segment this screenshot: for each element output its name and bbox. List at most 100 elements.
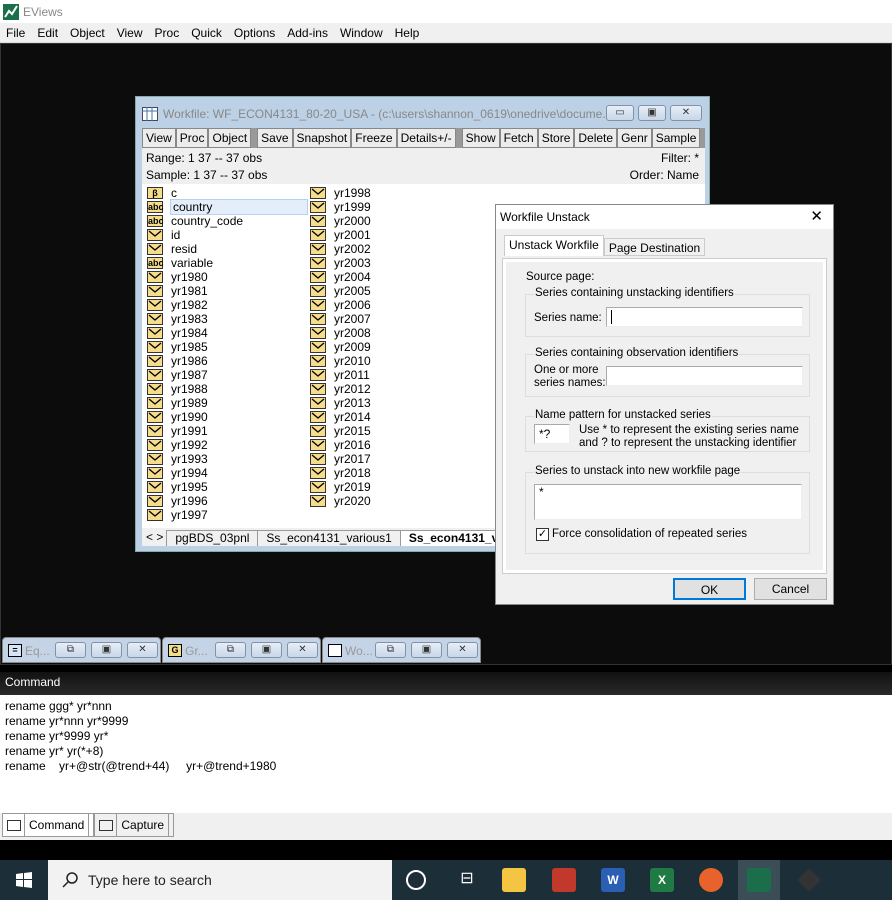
minimized-window-equation[interactable]: = Eq... ⧉ ▣ ✕ bbox=[2, 637, 161, 663]
close-button[interactable]: ✕ bbox=[447, 642, 478, 658]
object-item[interactable]: abc country_code bbox=[147, 214, 243, 228]
object-item[interactable]: id bbox=[147, 228, 180, 242]
object-item[interactable]: abc variable bbox=[147, 256, 213, 270]
object-item[interactable]: yr2020 bbox=[310, 494, 371, 508]
object-item[interactable]: yr1987 bbox=[147, 368, 208, 382]
object-item[interactable]: yr2010 bbox=[310, 354, 371, 368]
object-item[interactable]: yr2008 bbox=[310, 326, 371, 340]
toolbar-view-button[interactable]: View bbox=[142, 128, 176, 148]
menu-view[interactable]: View bbox=[111, 26, 149, 40]
object-item[interactable]: yr2004 bbox=[310, 270, 371, 284]
toolbar-snapshot-button[interactable]: Snapshot bbox=[292, 128, 352, 148]
windows-start-icon[interactable] bbox=[16, 872, 32, 888]
maximize-button[interactable]: ▣ bbox=[91, 642, 122, 658]
minimized-window-graph[interactable]: G Gr... ⧉ ▣ ✕ bbox=[162, 637, 321, 663]
object-item[interactable]: yr1985 bbox=[147, 340, 208, 354]
task-view-icon[interactable]: ⊟ bbox=[455, 868, 479, 892]
object-item[interactable]: yr2001 bbox=[310, 228, 371, 242]
minimize-button[interactable]: ▭ bbox=[606, 105, 634, 121]
object-item[interactable]: yr1986 bbox=[147, 354, 208, 368]
object-item[interactable]: yr2000 bbox=[310, 214, 371, 228]
force-consolidation-checkbox[interactable]: ✓ Force consolidation of repeated series bbox=[536, 528, 747, 541]
menu-help[interactable]: Help bbox=[389, 26, 426, 40]
close-button[interactable]: ✕ bbox=[127, 642, 158, 658]
toolbar-sample-button[interactable]: Sample bbox=[651, 128, 701, 148]
object-item[interactable]: yr1995 bbox=[147, 480, 208, 494]
file-explorer-icon[interactable] bbox=[502, 868, 526, 892]
tab-command[interactable]: Command bbox=[2, 813, 95, 837]
toolbar-store-button[interactable]: Store bbox=[537, 128, 575, 148]
toolbar-show-button[interactable]: Show bbox=[461, 128, 500, 148]
restore-button[interactable]: ⧉ bbox=[215, 642, 246, 658]
object-item[interactable]: yr1990 bbox=[147, 410, 208, 424]
object-item[interactable]: yr2009 bbox=[310, 340, 371, 354]
pattern-input[interactable]: *? bbox=[534, 424, 570, 444]
menu-proc[interactable]: Proc bbox=[149, 26, 186, 40]
maximize-button[interactable]: ▣ bbox=[251, 642, 282, 658]
object-item[interactable]: yr2019 bbox=[310, 480, 371, 494]
close-button[interactable]: ✕ bbox=[287, 642, 318, 658]
object-item[interactable]: βc bbox=[147, 186, 177, 200]
obs-series-input[interactable] bbox=[606, 366, 803, 386]
excel-icon[interactable]: X bbox=[650, 868, 674, 892]
page-nav-arrows[interactable]: < > bbox=[142, 530, 167, 546]
object-item[interactable]: yr2013 bbox=[310, 396, 371, 410]
menu-file[interactable]: File bbox=[0, 26, 31, 40]
toolbar-proc-button[interactable]: Proc bbox=[175, 128, 209, 148]
page-tab[interactable]: pgBDS_03pnl bbox=[166, 530, 259, 546]
object-item[interactable]: abc country bbox=[147, 199, 308, 215]
object-item[interactable]: yr1982 bbox=[147, 298, 208, 312]
object-item[interactable]: yr2016 bbox=[310, 438, 371, 452]
object-item[interactable]: yr2007 bbox=[310, 312, 371, 326]
object-item[interactable]: resid bbox=[147, 242, 197, 256]
object-item[interactable]: yr1983 bbox=[147, 312, 208, 326]
object-item[interactable]: yr2006 bbox=[310, 298, 371, 312]
object-item[interactable]: yr1991 bbox=[147, 424, 208, 438]
toolbar-object-button[interactable]: Object bbox=[208, 128, 252, 148]
tab-unstack-workfile[interactable]: Unstack Workfile bbox=[504, 235, 604, 256]
object-item[interactable]: yr2015 bbox=[310, 424, 371, 438]
app-3d-icon[interactable] bbox=[552, 868, 576, 892]
object-item[interactable]: yr2017 bbox=[310, 452, 371, 466]
object-item[interactable]: yr2011 bbox=[310, 368, 370, 382]
tab-capture[interactable]: Capture bbox=[94, 813, 175, 837]
minimized-window-workfile[interactable]: Wo... ⧉ ▣ ✕ bbox=[322, 637, 481, 663]
object-item[interactable]: yr1992 bbox=[147, 438, 208, 452]
object-item[interactable]: yr1989 bbox=[147, 396, 208, 410]
toolbar-details-button[interactable]: Details+/- bbox=[396, 128, 456, 148]
menu-options[interactable]: Options bbox=[228, 26, 281, 40]
menu-window[interactable]: Window bbox=[334, 26, 389, 40]
object-item[interactable]: yr1980 bbox=[147, 270, 208, 284]
series-list-input[interactable]: * bbox=[534, 484, 802, 520]
ok-button[interactable]: OK bbox=[673, 578, 746, 600]
close-icon[interactable]: ✕ bbox=[810, 205, 823, 229]
object-item[interactable]: yr1984 bbox=[147, 326, 208, 340]
object-item[interactable]: yr1998 bbox=[310, 186, 371, 200]
object-item[interactable]: yr1993 bbox=[147, 452, 208, 466]
menu-add-ins[interactable]: Add-ins bbox=[281, 26, 334, 40]
object-item[interactable]: yr1997 bbox=[147, 508, 208, 522]
toolbar-fetch-button[interactable]: Fetch bbox=[499, 128, 538, 148]
maximize-button[interactable]: ▣ bbox=[638, 105, 666, 121]
object-item[interactable]: yr1996 bbox=[147, 494, 208, 508]
object-item[interactable]: yr1994 bbox=[147, 466, 208, 480]
firefox-icon[interactable] bbox=[699, 868, 723, 892]
tab-page-destination[interactable]: Page Destination bbox=[603, 238, 706, 256]
object-item[interactable]: yr2003 bbox=[310, 256, 371, 270]
menu-object[interactable]: Object bbox=[64, 26, 111, 40]
close-button[interactable]: ✕ bbox=[670, 105, 702, 121]
toolbar-freeze-button[interactable]: Freeze bbox=[351, 128, 397, 148]
page-tab[interactable]: Ss_econ4131_various1 bbox=[257, 530, 401, 546]
object-item[interactable]: yr2005 bbox=[310, 284, 371, 298]
inkscape-icon[interactable] bbox=[797, 868, 821, 892]
command-input[interactable]: rename ggg* yr*nnn rename yr*nnn yr*9999… bbox=[0, 695, 892, 813]
menu-edit[interactable]: Edit bbox=[31, 26, 64, 40]
object-item[interactable]: yr2018 bbox=[310, 466, 371, 480]
object-item[interactable]: yr2014 bbox=[310, 410, 371, 424]
object-item[interactable]: yr2002 bbox=[310, 242, 371, 256]
series-name-input[interactable] bbox=[606, 307, 803, 327]
eviews-taskbar-button[interactable] bbox=[738, 860, 780, 900]
object-item[interactable]: yr1988 bbox=[147, 382, 208, 396]
cancel-button[interactable]: Cancel bbox=[754, 578, 827, 600]
object-item[interactable]: yr1999 bbox=[310, 200, 371, 214]
